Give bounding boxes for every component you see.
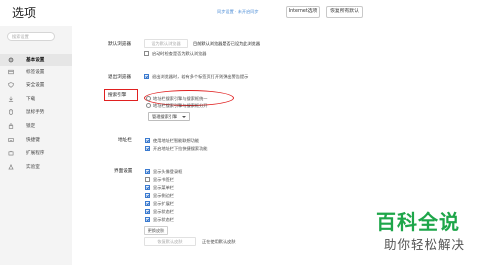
default-browser-status: 目前默认浏览器是否已设为此浏览器 <box>193 41 261 46</box>
appearance-option-label: 显示状态栏 <box>153 209 174 214</box>
sidebar-item-basic[interactable]: 基本设置 <box>0 54 72 66</box>
internet-options-button[interactable]: Internet选项 <box>286 6 320 18</box>
gear-icon <box>8 57 14 63</box>
sidebar-item-extensions[interactable]: 扩展程序 <box>0 147 72 159</box>
tab-icon <box>8 69 14 75</box>
sidebar-item-label: 基本设置 <box>26 58 45 63</box>
check-default-browser-checkbox[interactable] <box>144 51 149 56</box>
check-default-browser-label: 启动时检查是否为默认浏览器 <box>152 51 207 56</box>
sidebar-item-shortcuts[interactable]: 快捷键 <box>0 134 72 146</box>
appearance-checkbox[interactable] <box>145 169 150 174</box>
watermark-title: 百科全说 <box>376 210 460 234</box>
keyboard-icon <box>8 138 14 142</box>
sidebar-item-download[interactable]: 下载 <box>0 93 72 105</box>
appearance-checkbox[interactable] <box>145 209 150 214</box>
address-bar-label: 地址栏 <box>118 138 132 143</box>
download-icon <box>8 96 14 102</box>
search-separate-label: 地址栏搜索引擎与搜索框分开 <box>153 103 208 108</box>
restore-default-skin-button[interactable]: 恢复默认皮肤 <box>144 237 196 246</box>
sidebar-item-label: 下载 <box>26 97 36 102</box>
mouse-icon <box>9 109 13 115</box>
appearance-option-label: 显示侧边栏 <box>153 193 174 198</box>
chevron-down-icon <box>182 116 186 118</box>
search-unified-radio[interactable] <box>146 96 151 101</box>
search-engine-label: 搜索引擎 <box>108 93 127 98</box>
sidebar-item-security[interactable]: 安全设置 <box>0 79 72 91</box>
sidebar-item-label: 实验室 <box>26 165 40 170</box>
sidebar-item-label: 锁定 <box>26 124 36 129</box>
appearance-checkbox[interactable] <box>145 201 150 206</box>
flask-icon <box>8 164 14 170</box>
sidebar-item-label: 快捷键 <box>26 138 40 143</box>
sidebar-item-tabs[interactable]: 标签设置 <box>0 66 72 78</box>
appearance-option-label: 显示扩展栏 <box>153 201 174 206</box>
set-default-browser-button[interactable]: 设为默认浏览器 <box>144 39 188 48</box>
manage-search-engine-select[interactable]: 管理搜索引擎 <box>148 112 190 121</box>
search-unified-label: 地址栏搜索引擎与搜索框统一 <box>153 96 208 101</box>
sidebar-item-label: 鼠标手势 <box>26 110 45 115</box>
search-separate-radio[interactable] <box>146 103 151 108</box>
skin-status-text: 正在使用默认皮肤 <box>202 239 236 244</box>
address-suggest-label: 使用地址栏智能联想功能 <box>153 138 200 143</box>
default-browser-label: 默认浏览器 <box>108 42 131 47</box>
appearance-checkbox[interactable] <box>145 185 150 190</box>
exit-browser-label: 退出浏览器 <box>108 75 131 80</box>
appearance-option-label: 显示菜单栏 <box>153 185 174 190</box>
reset-all-defaults-button[interactable]: 恢复所有默认 <box>326 6 363 18</box>
appearance-option-label: 显示状态栏 <box>153 217 174 222</box>
address-dropdown-search-checkbox[interactable] <box>145 146 150 151</box>
sync-settings-link[interactable]: 同步设置 · 未开启同步 <box>217 9 259 15</box>
appearance-checkbox[interactable] <box>145 217 150 222</box>
title-bar: 选项 同步设置 · 未开启同步 Internet选项 恢复所有默认 <box>0 0 500 26</box>
change-skin-button[interactable]: 更换皮肤 <box>144 226 168 235</box>
sidebar-item-mouse-gesture[interactable]: 鼠标手势 <box>0 106 72 118</box>
appearance-option-label: 显示头像登录框 <box>153 169 183 174</box>
exit-warning-label: 退出浏览器时，若有多个标签页打开则弹出警告提示 <box>152 74 249 79</box>
sidebar: 搜索设置 基本设置 标签设置 安全设置 下载 鼠标手势 锁定 快捷键 扩展程序 … <box>0 26 72 265</box>
appearance-label: 界面设置 <box>114 169 133 174</box>
address-suggest-checkbox[interactable] <box>145 138 150 143</box>
appearance-checkbox[interactable] <box>145 177 150 182</box>
sidebar-item-label: 安全设置 <box>26 83 45 88</box>
address-dropdown-search-label: 开启地址栏下拉快捷搜索功能 <box>153 146 208 151</box>
shield-icon <box>8 82 14 88</box>
watermark-subtitle: 助你轻松解决 <box>384 237 466 252</box>
sidebar-item-lock[interactable]: 锁定 <box>0 120 72 132</box>
sidebar-item-lab[interactable]: 实验室 <box>0 161 72 173</box>
sidebar-item-label: 扩展程序 <box>26 151 45 156</box>
manage-search-engine-value: 管理搜索引擎 <box>152 114 178 119</box>
lock-icon <box>8 123 14 129</box>
appearance-checkbox[interactable] <box>145 193 150 198</box>
appearance-option-label: 显示书签栏 <box>153 177 174 182</box>
puzzle-icon <box>8 150 14 156</box>
page-title: 选项 <box>12 6 37 20</box>
settings-search-input[interactable]: 搜索设置 <box>7 32 55 41</box>
exit-warning-checkbox[interactable] <box>144 74 149 79</box>
sidebar-item-label: 标签设置 <box>26 70 45 75</box>
